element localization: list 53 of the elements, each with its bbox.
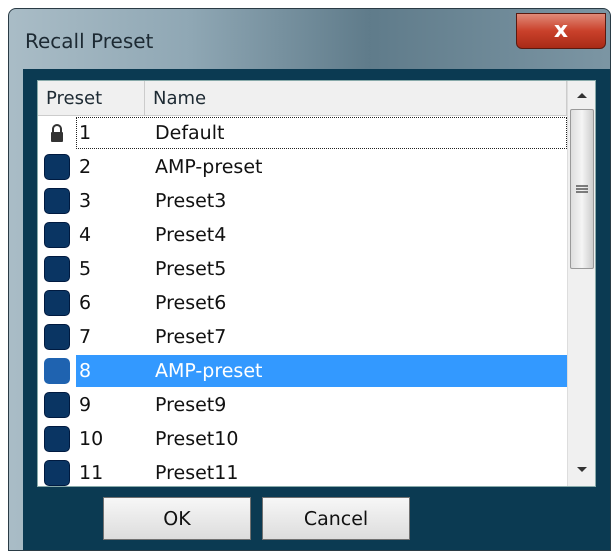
list-row[interactable]: 11 Preset11 (76, 457, 567, 486)
scroll-down-icon[interactable] (576, 466, 588, 474)
list-row[interactable]: 7 Preset7 (76, 321, 567, 353)
list-row[interactable]: 6 Preset6 (76, 287, 567, 319)
list-row[interactable]: 4 Preset4 (76, 219, 567, 251)
list-row[interactable]: 9 Preset9 (76, 389, 567, 421)
preset-icon (44, 426, 70, 452)
list-row[interactable]: 5 Preset5 (76, 253, 567, 285)
scrollbar[interactable] (567, 81, 595, 486)
preset-icon (44, 460, 70, 486)
preset-number: 3 (78, 190, 92, 212)
preset-icon (44, 188, 70, 214)
preset-icon (44, 256, 70, 282)
preset-name: AMP-preset (155, 156, 262, 178)
preset-name: Preset3 (155, 190, 226, 212)
preset-icon (44, 154, 70, 180)
lock-icon (50, 124, 64, 142)
close-button[interactable]: x (516, 13, 606, 49)
scroll-thumb[interactable] (570, 109, 594, 269)
preset-name: Preset4 (155, 224, 226, 246)
list-row[interactable]: 2 AMP-preset (76, 151, 567, 183)
preset-number: 11 (78, 462, 104, 484)
preset-number: 2 (78, 156, 92, 178)
preset-name: AMP-preset (155, 360, 262, 382)
preset-number: 1 (78, 122, 92, 144)
ok-button[interactable]: OK (103, 497, 251, 540)
preset-number: 6 (78, 292, 92, 314)
preset-name: Preset9 (155, 394, 226, 416)
preset-number: 4 (78, 224, 92, 246)
preset-name: Preset11 (155, 462, 238, 484)
preset-number: 9 (78, 394, 92, 416)
preset-name: Preset7 (155, 326, 226, 348)
column-header[interactable]: Preset (38, 81, 145, 115)
preset-number: 10 (78, 428, 104, 450)
preset-icon (44, 392, 70, 418)
preset-icon (44, 324, 70, 350)
preset-name: Default (155, 122, 224, 144)
preset-name: Preset10 (155, 428, 238, 450)
preset-icon (44, 290, 70, 316)
cancel-button[interactable]: Cancel (262, 497, 410, 540)
preset-name: Preset5 (155, 258, 226, 280)
preset-number: 5 (78, 258, 92, 280)
preset-name: Preset6 (155, 292, 226, 314)
scroll-up-icon[interactable] (576, 91, 588, 99)
list-row[interactable]: 3 Preset3 (76, 185, 567, 217)
preset-number: 8 (78, 360, 92, 382)
grip-icon (576, 184, 588, 194)
window-title: Recall Preset (25, 29, 154, 53)
preset-number: 7 (78, 326, 92, 348)
list-row[interactable]: 1 Default (76, 117, 567, 149)
preset-icon (44, 358, 70, 384)
list-row[interactable]: 10 Preset10 (76, 423, 567, 455)
preset-icon (44, 222, 70, 248)
